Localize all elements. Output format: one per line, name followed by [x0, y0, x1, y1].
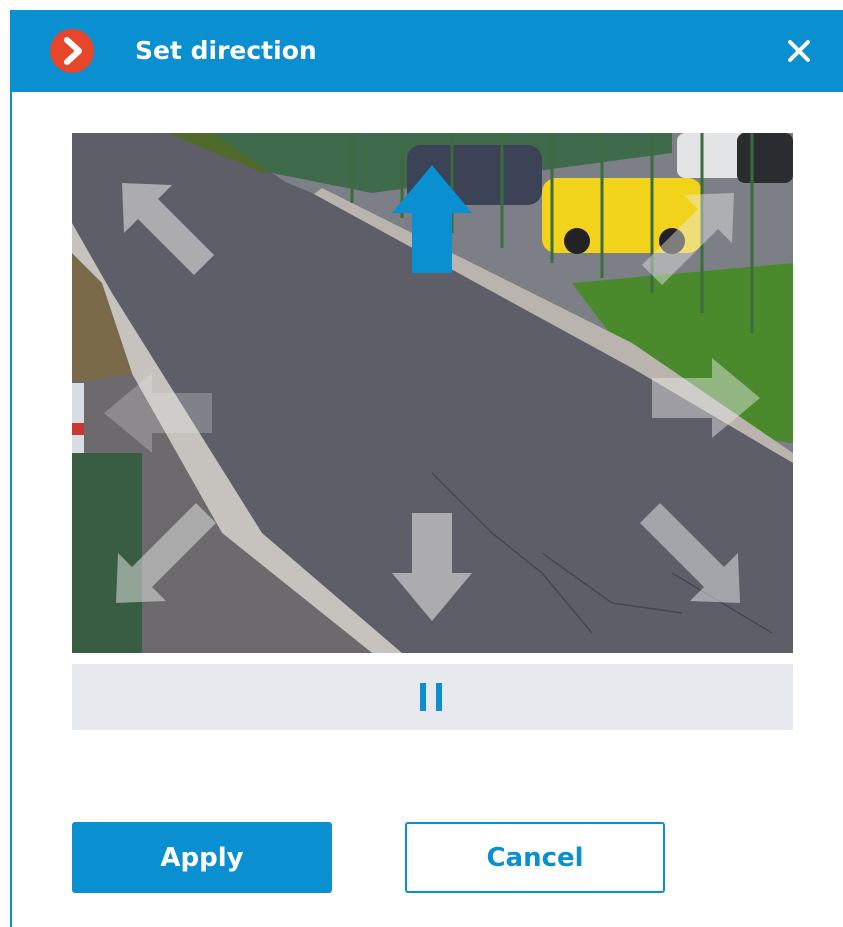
- apply-button[interactable]: Apply: [72, 822, 332, 893]
- dialog-titlebar: Set direction: [10, 10, 843, 92]
- dialog-title: Set direction: [135, 36, 317, 65]
- arrow-up-left-icon[interactable]: [114, 175, 224, 285]
- app-logo-icon: [50, 29, 94, 73]
- camera-preview: [72, 133, 793, 653]
- playback-bar: [72, 664, 793, 730]
- pause-icon[interactable]: [415, 680, 449, 714]
- close-icon[interactable]: [784, 36, 814, 66]
- arrow-right-icon[interactable]: [652, 343, 762, 453]
- cancel-button[interactable]: Cancel: [405, 822, 665, 893]
- arrow-down-icon[interactable]: [377, 513, 487, 623]
- set-direction-dialog: Set direction Apply Cancel: [10, 10, 843, 927]
- arrow-down-right-icon[interactable]: [632, 495, 742, 605]
- arrow-down-left-icon[interactable]: [114, 495, 224, 605]
- arrow-left-icon[interactable]: [102, 358, 212, 468]
- arrow-up-right-icon[interactable]: [632, 185, 742, 295]
- arrow-up-icon[interactable]: [377, 163, 487, 273]
